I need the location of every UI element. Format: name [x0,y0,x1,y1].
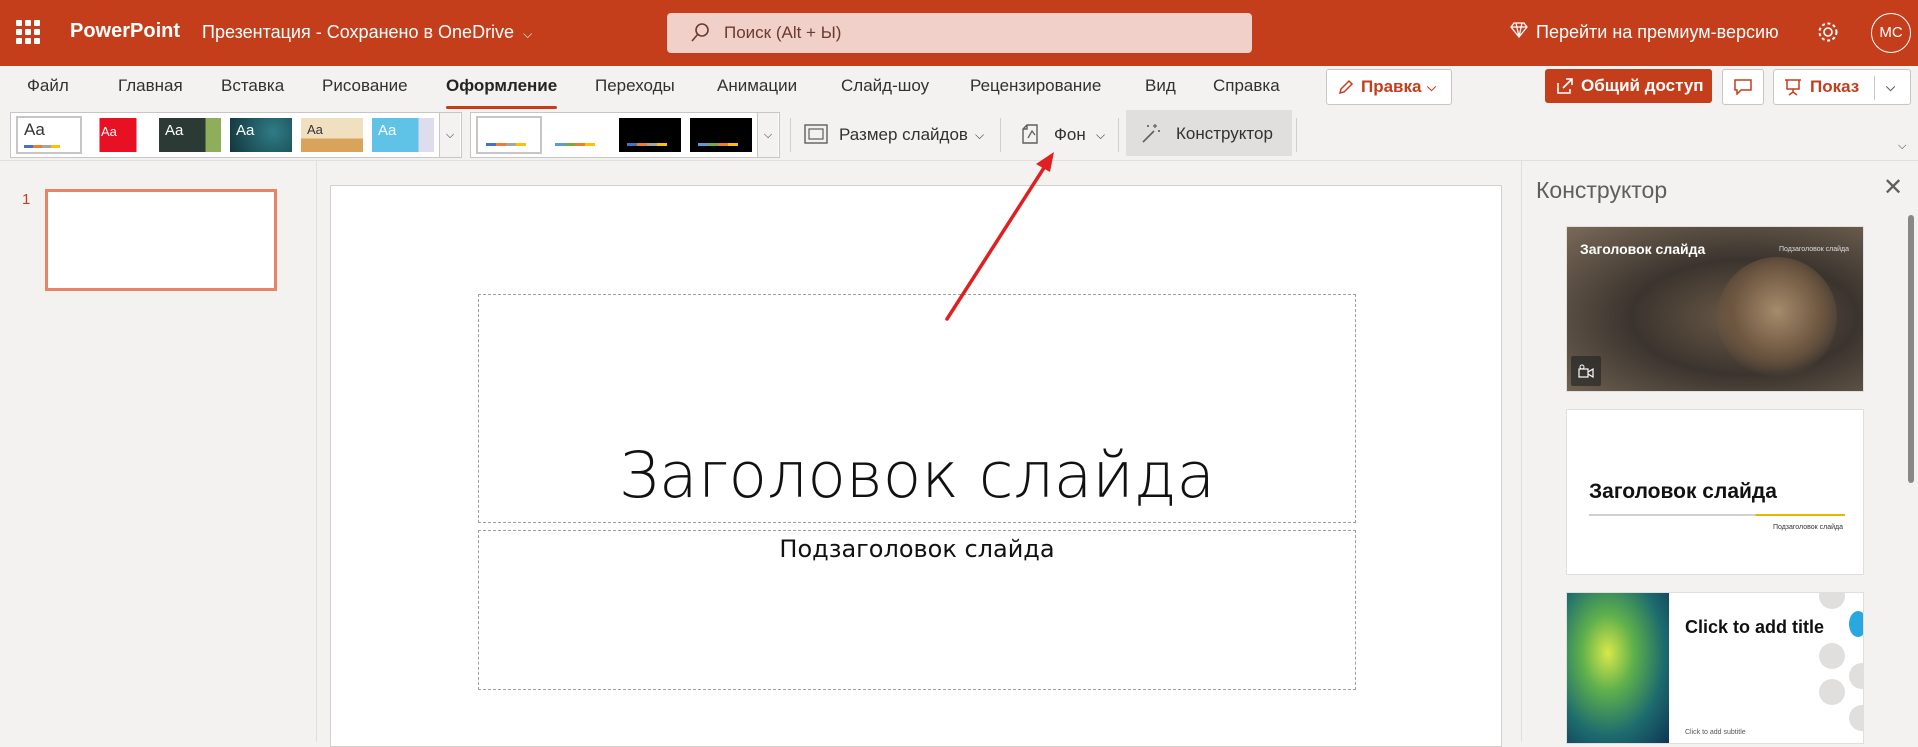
theme-red[interactable]: Aa [87,118,149,152]
presentation-icon [1785,79,1801,96]
document-name: Презентация [202,22,311,42]
slide-size-label: Размер слайдов [839,125,968,144]
theme-beige[interactable]: Aa [301,118,363,152]
slide-thumbnails-pane: 1 [0,161,317,742]
chevron-down-icon: ⌵ [1096,128,1106,142]
ribbon-tabs: Файл Главная Вставка Рисование Оформлени… [0,66,1918,110]
slide-size-icon [804,124,828,144]
app-header: PowerPoint Презентация - Сохранено в One… [0,0,1918,66]
designer-button[interactable]: Конструктор [1126,110,1292,156]
comment-icon [1734,79,1752,95]
abstract-image [1567,593,1669,743]
designer-pane: Конструктор ✕ Заголовок слайда Подзаголо… [1521,161,1918,744]
app-name[interactable]: PowerPoint [70,20,180,43]
avatar[interactable]: МС [1871,13,1911,53]
premium-label: Перейти на премиум-версию [1536,22,1779,42]
background-label: Фон [1054,125,1086,144]
tab-animations[interactable]: Анимации [717,76,797,96]
designer-label: Конструктор [1176,124,1273,143]
themes-more-button[interactable]: ⌵ [439,113,460,157]
chevron-down-icon: ⌵ [523,27,533,41]
video-icon [1571,356,1601,386]
tab-home[interactable]: Главная [118,76,183,96]
design-idea-card[interactable]: Click to add title Click to add subtitle [1566,592,1864,744]
close-icon[interactable]: ✕ [1883,173,1903,202]
background-button[interactable]: Фон ⌵ [1010,114,1115,154]
slide-canvas: Заголовок слайда Подзаголовок слайда [317,161,1520,747]
app-launcher-icon[interactable] [16,20,40,44]
tab-help[interactable]: Справка [1213,76,1280,96]
design-idea-title: Заголовок слайда [1580,241,1706,257]
design-idea-title: Click to add title [1685,617,1825,637]
tab-view[interactable]: Вид [1145,76,1176,96]
slide-title: Заголовок слайда [618,439,1216,512]
themes-gallery: Aa Aa Aa Aa Aa Aa ⌵ [10,112,462,158]
subtitle-placeholder[interactable]: Подзаголовок слайда [478,530,1356,690]
save-status: Сохранено в OneDrive [326,22,515,42]
collapse-ribbon-icon[interactable]: ⌵ [1898,140,1906,153]
comments-button[interactable] [1722,69,1764,105]
slide-number: 1 [22,191,31,208]
share-button[interactable]: Общий доступ [1545,69,1712,103]
design-idea-subtitle: Подзаголовок слайда [1772,524,1843,531]
design-idea-card[interactable]: Заголовок слайда Подзаголовок слайда [1566,409,1864,575]
present-button[interactable]: Показ ⌵ [1773,69,1911,105]
slide-subtitle: Подзаголовок слайда [779,535,1055,563]
variant-1[interactable] [476,116,542,154]
chevron-down-icon[interactable]: ⌵ [1886,80,1895,95]
gear-icon[interactable] [1816,20,1840,44]
slide-size-button[interactable]: Размер слайдов ⌵ [800,114,990,154]
tab-review[interactable]: Рецензирование [970,76,1101,96]
edit-mode-label: Правка [1361,77,1422,96]
tab-file[interactable]: Файл [27,76,69,96]
design-idea-card[interactable]: Заголовок слайда Подзаголовок слайда [1566,226,1864,392]
chevron-down-icon: ⌵ [1427,80,1437,94]
diamond-icon [1510,22,1528,38]
theme-dark-green[interactable]: Aa [159,118,221,152]
share-icon [1557,78,1573,94]
magic-wand-icon [1142,124,1160,143]
design-idea-subtitle: Click to add subtitle [1685,729,1746,736]
theme-office[interactable]: Aa [16,116,82,154]
slide[interactable]: Заголовок слайда Подзаголовок слайда [330,185,1502,747]
designer-pane-title: Конструктор [1536,177,1668,203]
variant-2[interactable] [547,118,609,152]
pencil-icon [1338,79,1354,95]
document-title[interactable]: Презентация - Сохранено в OneDrive ⌵ [202,22,532,43]
tab-draw[interactable]: Рисование [322,76,408,96]
search-icon [691,23,709,42]
variant-4[interactable] [690,118,752,152]
premium-link[interactable]: Перейти на премиум-версию [1510,22,1779,43]
theme-teal[interactable]: Aa [230,118,292,152]
design-idea-title: Заголовок слайда [1589,480,1777,503]
title-placeholder[interactable]: Заголовок слайда [478,294,1356,523]
present-label: Показ [1810,77,1860,96]
slide-thumbnail[interactable] [45,189,277,291]
design-ribbon: Aa Aa Aa Aa Aa Aa ⌵ ⌵ Размер слайдов ⌵ Ф… [0,110,1918,161]
tab-transitions[interactable]: Переходы [595,76,675,96]
theme-blue[interactable]: Aa [372,118,434,152]
variant-3[interactable] [619,118,681,152]
share-label: Общий доступ [1581,76,1704,95]
search-placeholder: Поиск (Alt + Ы) [724,23,842,42]
design-idea-subtitle: Подзаголовок слайда [1778,246,1849,253]
designer-scrollbar[interactable] [1908,215,1914,483]
tab-insert[interactable]: Вставка [221,76,284,96]
variants-gallery: ⌵ [470,112,780,158]
edit-mode-button[interactable]: Правка ⌵ [1326,69,1452,105]
tab-design[interactable]: Оформление [446,76,558,109]
search-box[interactable]: Поиск (Alt + Ы) [667,13,1252,53]
tab-slideshow[interactable]: Слайд-шоу [841,76,929,96]
variants-more-button[interactable]: ⌵ [757,113,778,157]
dog-photo [1717,257,1837,377]
chevron-down-icon: ⌵ [975,128,985,142]
background-format-icon [1022,124,1038,144]
